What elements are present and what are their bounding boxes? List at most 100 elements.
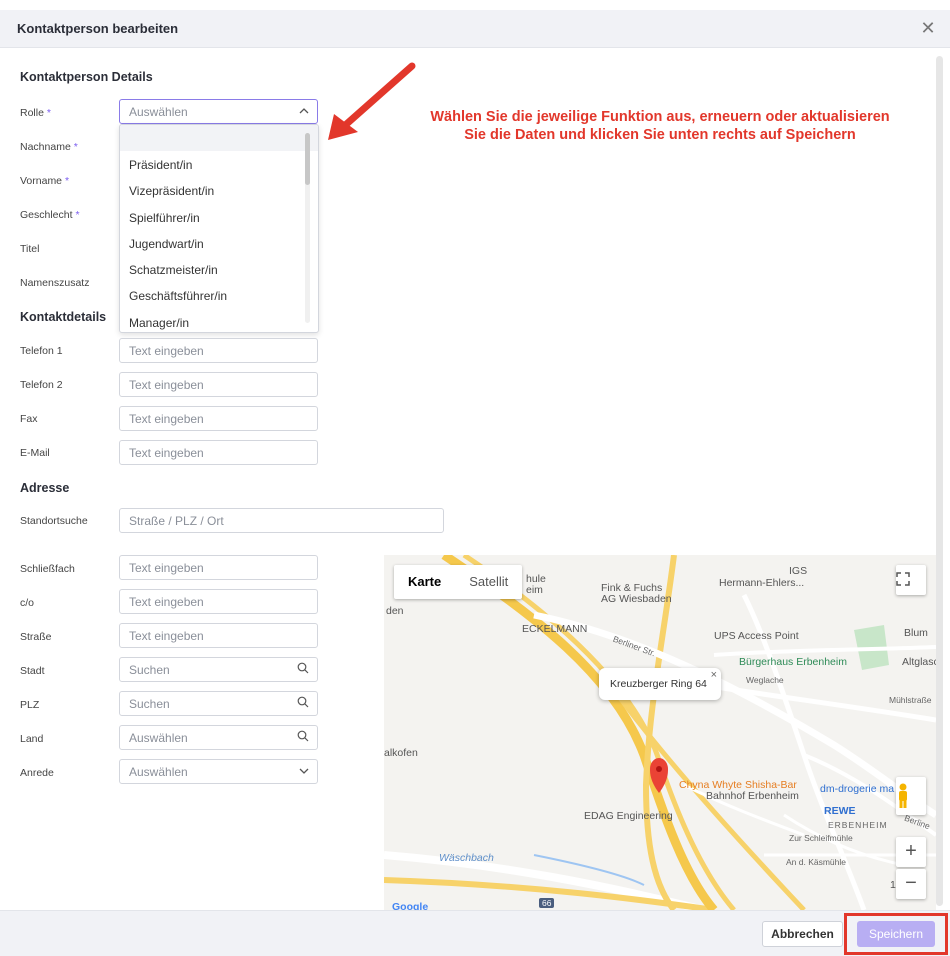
- dropdown-option[interactable]: Jugendwart/in: [120, 230, 318, 256]
- label-plz: PLZ: [20, 699, 40, 711]
- cancel-button[interactable]: Abbrechen: [762, 921, 843, 947]
- annotation-line-1: Wählen Sie die jeweilige Funktion aus, e…: [430, 109, 890, 125]
- dialog-title: Kontaktperson bearbeiten: [17, 21, 179, 36]
- fax-input[interactable]: Text eingeben: [119, 406, 318, 431]
- dropdown-option[interactable]: Präsident/in: [120, 151, 318, 177]
- label-rolle: Rolle *: [20, 107, 51, 119]
- label-namenszusatz: Namenszusatz: [20, 277, 90, 289]
- anrede-placeholder: Auswählen: [129, 765, 188, 779]
- required-mark: *: [75, 209, 80, 221]
- stadt-placeholder: Suchen: [129, 663, 170, 677]
- tutorial-annotation: Wählen Sie die jeweilige Funktion aus, e…: [395, 108, 925, 144]
- map-label: Blum: [904, 627, 928, 639]
- schliessfach-input[interactable]: Text eingeben: [119, 555, 318, 580]
- label-strasse: Straße: [20, 631, 52, 643]
- save-button[interactable]: Speichern: [857, 921, 935, 947]
- dialog-footer: Abbrechen Speichern: [0, 910, 950, 956]
- dropdown-option[interactable]: Vizepräsident/in: [120, 177, 318, 203]
- map-label: Bürgerhaus Erbenheim: [739, 656, 847, 668]
- map-label: EDAG Engineering: [584, 810, 673, 822]
- zoom-out-button[interactable]: −: [896, 869, 926, 899]
- map-label: Hermann-Ehlers...: [719, 577, 805, 589]
- required-mark: *: [64, 175, 70, 187]
- close-icon[interactable]: ×: [711, 669, 717, 681]
- label-vorname: Vorname *: [20, 175, 70, 187]
- map-label: eim: [526, 584, 543, 596]
- map-label: Mühlstraße: [889, 695, 932, 705]
- street-view-pegman-icon[interactable]: [896, 777, 926, 815]
- map-label: dm-drogerie ma: [820, 783, 895, 795]
- stadt-search-input[interactable]: Suchen: [119, 657, 318, 682]
- zoom-in-button[interactable]: +: [896, 837, 926, 867]
- close-icon[interactable]: ✕: [918, 18, 938, 38]
- label-telefon1: Telefon 1: [20, 345, 63, 357]
- location-map[interactable]: Karte Satellit hule eim Fink & Fuchs AG …: [384, 555, 936, 910]
- search-icon: [297, 662, 309, 677]
- section-title-address: Adresse: [20, 481, 70, 495]
- plz-search-input[interactable]: Suchen: [119, 691, 318, 716]
- map-type-satellit[interactable]: Satellit: [455, 565, 522, 599]
- plz-placeholder: Suchen: [129, 697, 170, 711]
- label-fax: Fax: [20, 413, 38, 425]
- page-scrollbar[interactable]: [936, 56, 943, 906]
- map-label: ERBENHEIM: [828, 820, 888, 830]
- fullscreen-icon[interactable]: [896, 565, 926, 595]
- required-mark: *: [46, 107, 51, 119]
- label-schliessfach: Schließfach: [20, 563, 75, 575]
- label-anrede: Anrede: [20, 767, 54, 779]
- map-label: alkofen: [384, 747, 418, 759]
- edit-contact-dialog: Kontaktperson bearbeiten ✕ Kontaktperson…: [0, 0, 950, 956]
- dropdown-scrollbar-thumb[interactable]: [305, 133, 310, 185]
- map-type-karte[interactable]: Karte: [394, 565, 455, 599]
- search-icon: [297, 696, 309, 711]
- search-icon: [297, 730, 309, 745]
- rolle-select-value: Auswählen: [129, 105, 188, 119]
- rolle-select[interactable]: Auswählen: [119, 99, 318, 124]
- label-email: E-Mail: [20, 447, 50, 459]
- rolle-dropdown-list: Präsident/in Vizepräsident/in Spielführe…: [119, 124, 319, 333]
- map-label: Weglache: [746, 675, 784, 685]
- label-stadt: Stadt: [20, 665, 45, 677]
- telefon2-input[interactable]: Text eingeben: [119, 372, 318, 397]
- google-logo: Google: [392, 901, 429, 910]
- land-search-input[interactable]: Auswählen: [119, 725, 318, 750]
- dropdown-option[interactable]: Spielführer/in: [120, 204, 318, 230]
- dropdown-option[interactable]: Schatzmeister/in: [120, 256, 318, 282]
- map-label: Wäschbach: [439, 852, 494, 864]
- annotation-arrow-icon: [328, 62, 416, 140]
- map-type-control: Karte Satellit: [394, 565, 523, 599]
- label-land: Land: [20, 733, 44, 745]
- co-input[interactable]: Text eingeben: [119, 589, 318, 614]
- email-input[interactable]: Text eingeben: [119, 440, 318, 465]
- telefon1-input[interactable]: Text eingeben: [119, 338, 318, 363]
- map-label: ECKELMANN: [522, 623, 588, 635]
- location-search-input[interactable]: Straße / PLZ / Ort: [119, 508, 444, 533]
- map-label: REWE: [824, 805, 856, 817]
- map-label: Zur Schleifmühle: [789, 833, 853, 843]
- dropdown-option[interactable]: Manager/in: [120, 309, 318, 332]
- map-label: IGS: [789, 565, 808, 577]
- label-telefon2: Telefon 2: [20, 379, 63, 391]
- map-label: UPS Access Point: [714, 630, 799, 642]
- required-mark: *: [73, 141, 78, 153]
- label-geschlecht: Geschlecht *: [20, 209, 80, 221]
- section-title-contact: Kontaktdetails: [20, 310, 107, 324]
- map-label: An d. Käsmühle: [786, 857, 847, 867]
- label-nachname: Nachname *: [20, 141, 78, 153]
- dialog-header: Kontaktperson bearbeiten ✕: [0, 10, 950, 48]
- section-title-details: Kontaktperson Details: [20, 70, 153, 84]
- annotation-line-2: Sie die Daten und klicken Sie unten rech…: [464, 127, 856, 143]
- dropdown-option-empty[interactable]: [120, 125, 318, 151]
- label-titel: Titel: [20, 243, 40, 255]
- strasse-input[interactable]: Text eingeben: [119, 623, 318, 648]
- map-info-window: Kreuzberger Ring 64 ×: [599, 668, 721, 700]
- chevron-down-icon: [299, 764, 309, 779]
- road-shield: 66: [539, 898, 555, 908]
- dropdown-option[interactable]: Geschäftsführer/in: [120, 282, 318, 308]
- map-label: AG Wiesbaden: [601, 593, 672, 605]
- label-co: c/o: [20, 597, 35, 609]
- map-label: Bahnhof Erbenheim: [706, 790, 799, 802]
- map-label: Altglasc: [902, 656, 936, 668]
- map-label: 1: [890, 879, 896, 891]
- anrede-select[interactable]: Auswählen: [119, 759, 318, 784]
